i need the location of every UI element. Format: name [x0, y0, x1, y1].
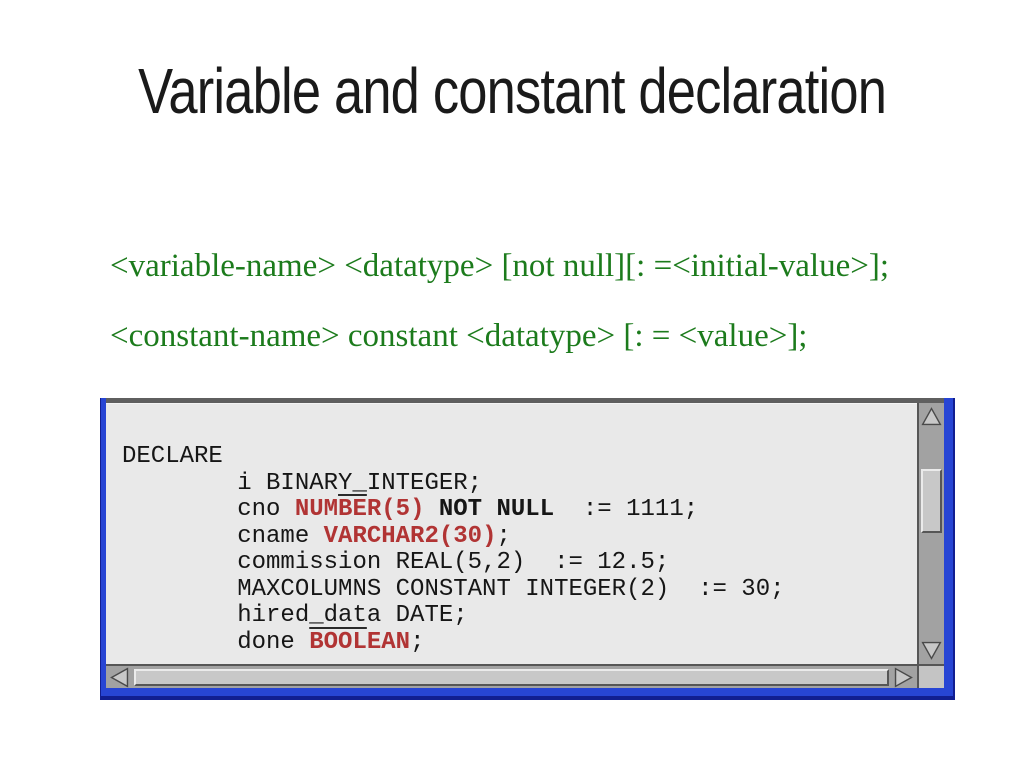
vertical-scrollbar-thumb[interactable] — [921, 469, 942, 533]
page-title: Variable and constant declaration — [137, 55, 887, 127]
terminal-code: DECLARE i BINARY_INTEGER; cno NUMBER(5) … — [106, 403, 917, 664]
code-line: cname VARCHAR2(30); — [122, 522, 511, 550]
vertical-scrollbar[interactable] — [917, 403, 944, 664]
terminal-window: DECLARE i BINARY_INTEGER; cno NUMBER(5) … — [100, 398, 955, 700]
code-line: commission REAL(5,2) := 12.5; — [122, 549, 670, 576]
syntax-line: <constant-name> constant <datatype> [: =… — [110, 318, 808, 354]
scrollbar-corner — [917, 664, 944, 688]
code-line: DECLARE — [122, 443, 223, 470]
code-line: done BOOLEAN; — [122, 628, 425, 656]
code-line: hired_data DATE; — [122, 602, 468, 629]
scroll-right-icon[interactable] — [891, 665, 916, 690]
syntax-block: <variable-name> <datatype> [not null][: … — [110, 250, 889, 390]
scroll-up-icon[interactable] — [919, 404, 944, 429]
horizontal-scrollbar[interactable] — [106, 664, 917, 688]
horizontal-scrollbar-thumb[interactable] — [134, 669, 889, 686]
code-line: cno NUMBER(5) NOT NULL := 1111; — [122, 496, 699, 523]
code-line: i BINARY_INTEGER; — [122, 469, 483, 497]
syntax-line: <variable-name> <datatype> [not null][: … — [110, 248, 890, 284]
terminal-window-frame: DECLARE i BINARY_INTEGER; cno NUMBER(5) … — [106, 398, 944, 688]
code-line: MAXCOLUMNS CONSTANT INTEGER(2) := 30; — [122, 575, 785, 603]
scroll-down-icon[interactable] — [919, 638, 944, 663]
scroll-left-icon[interactable] — [107, 665, 132, 690]
page-title-wrap: Variable and constant declaration — [0, 55, 1024, 127]
